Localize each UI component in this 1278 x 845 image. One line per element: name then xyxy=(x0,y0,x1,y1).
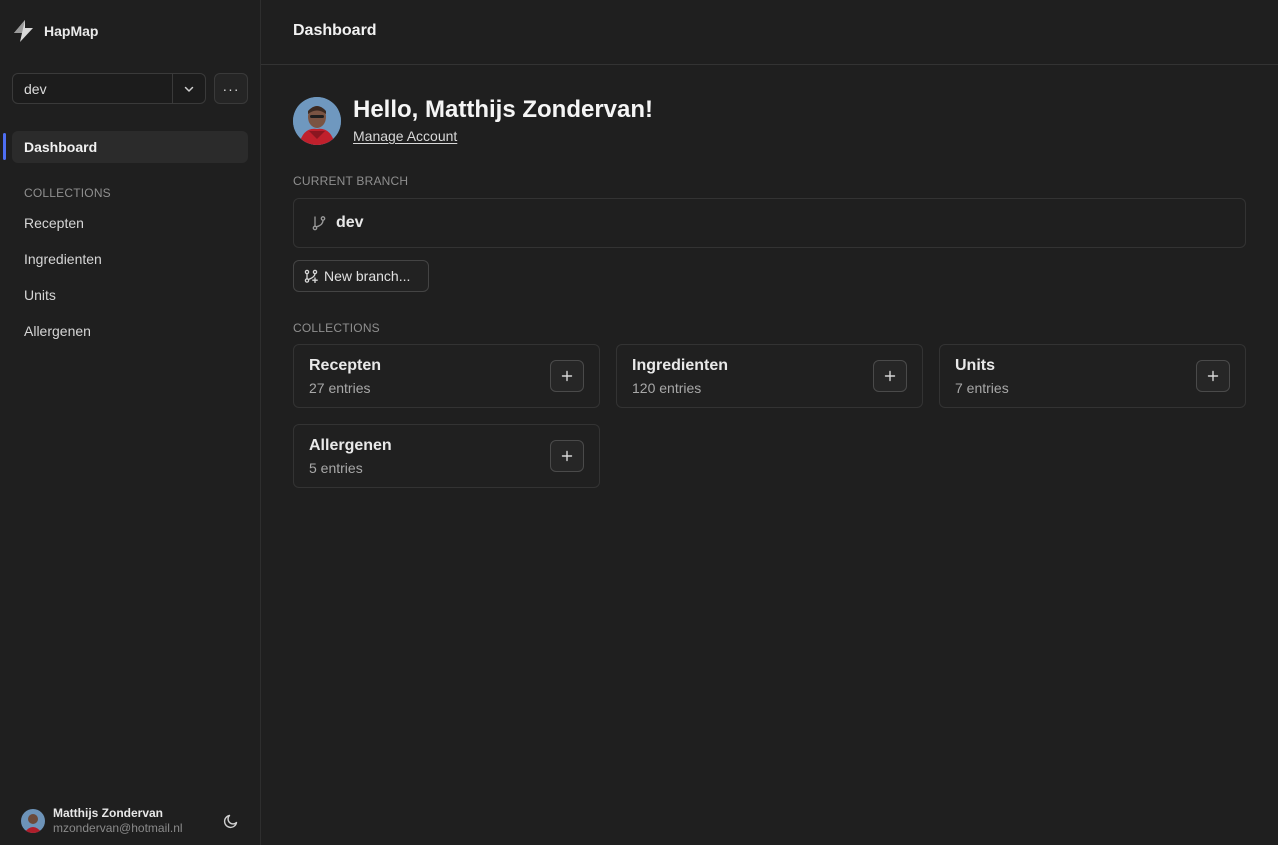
collections-heading: COLLECTIONS xyxy=(293,321,380,335)
git-branch-icon xyxy=(311,215,327,231)
current-branch-heading: CURRENT BRANCH xyxy=(293,174,409,188)
lightning-logo-icon xyxy=(12,19,35,43)
sidebar: HapMap dev ··· Dashboard COLLECTIONS Rec… xyxy=(0,0,261,845)
collection-title: Ingredienten xyxy=(632,357,729,374)
nav-active-indicator xyxy=(3,133,6,160)
add-entry-button[interactable] xyxy=(1196,360,1230,392)
sidebar-item-units[interactable]: Units xyxy=(24,287,56,303)
add-entry-button[interactable] xyxy=(550,360,584,392)
branch-select[interactable]: dev xyxy=(12,73,206,104)
plus-icon xyxy=(561,370,573,382)
user-name: Matthijs Zondervan xyxy=(53,806,164,820)
collection-count: 7 entries xyxy=(955,380,1009,396)
new-branch-button[interactable]: New branch... xyxy=(293,260,429,292)
avatar xyxy=(21,808,45,833)
new-branch-label: New branch... xyxy=(324,268,411,284)
collection-card-ingredienten[interactable]: Ingredienten 120 entries xyxy=(616,344,923,408)
collection-title: Recepten xyxy=(309,357,382,374)
sidebar-item-label: Dashboard xyxy=(24,139,98,155)
collection-count: 27 entries xyxy=(309,380,371,396)
page-title: Dashboard xyxy=(293,22,377,39)
collection-title: Units xyxy=(955,357,995,374)
sidebar-item-recepten[interactable]: Recepten xyxy=(24,215,84,231)
collection-card-units[interactable]: Units 7 entries xyxy=(939,344,1246,408)
sidebar-item-allergenen[interactable]: Allergenen xyxy=(24,323,91,339)
collections-heading: COLLECTIONS xyxy=(24,186,111,200)
current-branch-box: dev xyxy=(293,198,1246,248)
branch-more-button[interactable]: ··· xyxy=(214,73,248,104)
user-footer[interactable]: Matthijs Zondervan mzondervan@hotmail.nl xyxy=(21,806,183,835)
manage-account-link[interactable]: Manage Account xyxy=(353,128,457,144)
moon-icon[interactable] xyxy=(222,812,240,830)
more-icon: ··· xyxy=(222,80,240,97)
chevron-down-icon[interactable] xyxy=(172,74,205,103)
user-email: mzondervan@hotmail.nl xyxy=(53,821,183,835)
collection-count: 120 entries xyxy=(632,380,702,396)
collection-count: 5 entries xyxy=(309,460,363,476)
git-branch-plus-icon xyxy=(304,269,318,283)
collection-card-recepten[interactable]: Recepten 27 entries xyxy=(293,344,600,408)
plus-icon xyxy=(1207,370,1219,382)
sidebar-item-dashboard[interactable]: Dashboard xyxy=(12,131,248,163)
branch-select-value: dev xyxy=(24,80,47,97)
collection-title: Allergenen xyxy=(309,437,392,454)
current-branch-name: dev xyxy=(336,214,364,231)
collection-card-allergenen[interactable]: Allergenen 5 entries xyxy=(293,424,600,488)
brand[interactable]: HapMap xyxy=(12,19,98,43)
plus-icon xyxy=(884,370,896,382)
plus-icon xyxy=(561,450,573,462)
add-entry-button[interactable] xyxy=(873,360,907,392)
avatar xyxy=(293,97,341,145)
greeting-heading: Hello, Matthijs Zondervan! xyxy=(353,96,654,123)
add-entry-button[interactable] xyxy=(550,440,584,472)
sidebar-item-ingredienten[interactable]: Ingredienten xyxy=(24,251,102,267)
top-bar: Dashboard xyxy=(261,0,1278,65)
app-name: HapMap xyxy=(44,23,99,39)
